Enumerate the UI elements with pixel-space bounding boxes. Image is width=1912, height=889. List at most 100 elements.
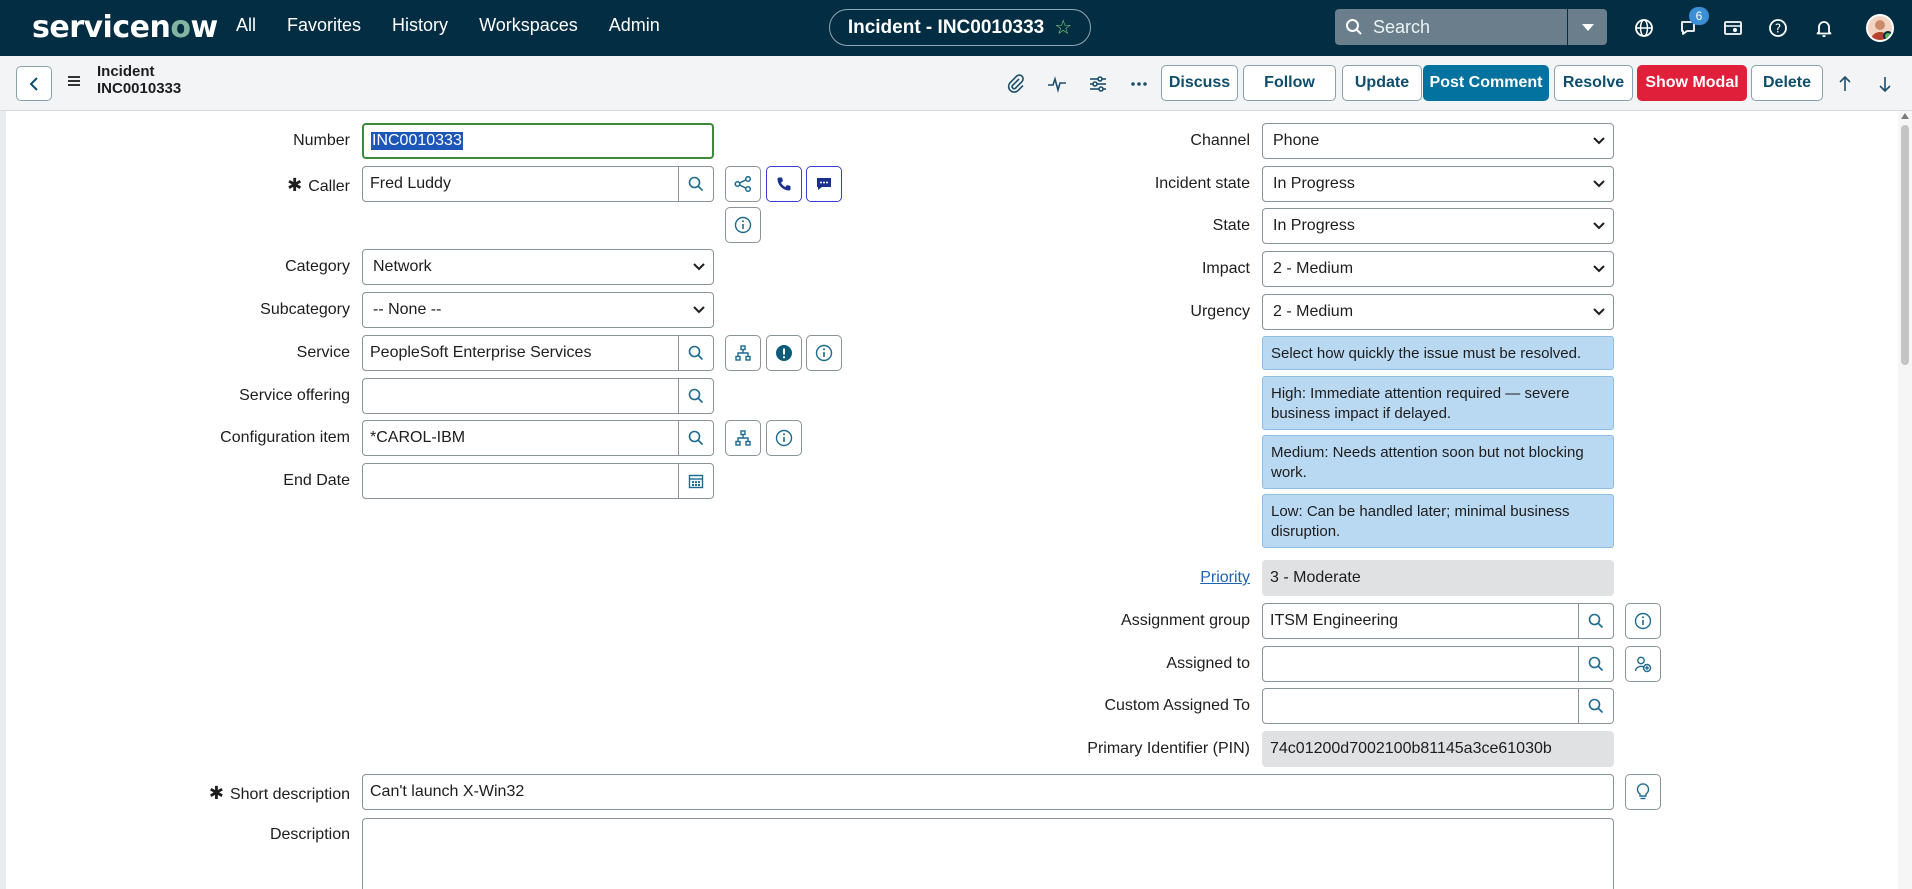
assigned-to-input[interactable] [1262,646,1579,682]
back-button[interactable] [16,66,52,101]
paperclip-icon[interactable] [1003,71,1029,97]
description-label: Description [269,826,350,843]
incident-state-select[interactable]: In Progress [1262,166,1614,202]
search-scope-dropdown[interactable] [1568,9,1607,45]
search-placeholder: Search [1373,16,1431,37]
next-record-arrow-icon[interactable] [1872,71,1898,97]
channel-select[interactable]: Phone [1262,123,1614,159]
service-info-button[interactable] [806,335,842,371]
short-description-input[interactable]: Can't launch X-Win32 [362,774,1614,810]
ci-dependency-map-button[interactable] [725,420,761,456]
page-scrollbar[interactable] [1898,111,1912,889]
activity-pulse-icon[interactable] [1044,71,1070,97]
delete-button[interactable]: Delete [1751,65,1823,101]
discuss-button[interactable]: Discuss [1161,65,1238,101]
assignment-group-input[interactable]: ITSM Engineering [1262,603,1579,639]
resolve-button[interactable]: Resolve [1554,65,1633,101]
help-icon[interactable]: ? [1764,14,1792,42]
hierarchy-icon [735,345,751,361]
calendar-icon [688,474,704,489]
search-icon [1346,19,1362,35]
show-modal-button[interactable]: Show Modal [1637,65,1747,101]
assignment-group-reference-field: ITSM Engineering [1262,603,1614,639]
subcategory-select[interactable]: -- None -- [362,292,714,328]
message-caller-button[interactable] [806,166,842,202]
configuration-item-lookup-button[interactable] [679,420,714,456]
nav-all[interactable]: All [236,15,256,36]
urgency-select[interactable]: 2 - Medium [1262,294,1614,330]
record-title: Incident INC0010333 [97,63,181,97]
short-description-suggestion-button[interactable] [1625,774,1661,810]
nav-workspaces[interactable]: Workspaces [479,15,578,36]
search-icon [1588,613,1604,629]
ci-info-button[interactable] [766,420,802,456]
follow-button[interactable]: Follow [1243,65,1336,101]
configuration-item-label: Configuration item [220,429,350,446]
caller-input[interactable]: Fred Luddy [362,166,679,202]
assign-to-me-button[interactable] [1625,646,1661,682]
scroll-up-arrow-icon[interactable] [1901,113,1909,119]
record-context-pill[interactable]: Incident - INC0010333 ☆ [829,9,1091,46]
phone-icon [777,177,791,191]
service-offering-label: Service offering [239,387,350,404]
end-date-input[interactable] [362,463,679,499]
state-select[interactable]: In Progress [1262,208,1614,244]
caller-label: ✱ Caller [287,175,350,195]
previous-record-arrow-icon[interactable] [1832,71,1858,97]
state-label: State [1212,217,1250,234]
post-comment-button[interactable]: Post Comment [1423,65,1549,101]
caller-reference-field: Fred Luddy [362,166,714,202]
search-icon [688,388,704,404]
globe-icon[interactable] [1630,14,1658,42]
assignment-group-info-button[interactable] [1625,603,1661,639]
update-button[interactable]: Update [1342,65,1422,101]
chevron-down-icon [1593,137,1605,145]
number-field[interactable]: INC0010333 [362,123,714,159]
service-lookup-button[interactable] [679,335,714,371]
caller-info-button[interactable] [725,207,761,243]
personalize-sliders-icon[interactable] [1085,71,1111,97]
record-table-name: Incident [97,63,155,80]
app-switch-icon[interactable] [1719,14,1747,42]
service-offering-lookup-button[interactable] [679,378,714,414]
scrollbar-thumb[interactable] [1901,125,1909,365]
nav-admin[interactable]: Admin [609,15,660,36]
custom-assigned-to-input[interactable] [1262,688,1579,724]
service-offering-input[interactable] [362,378,679,414]
incident-state-label: Incident state [1154,175,1250,192]
priority-field: 3 - Moderate [1262,560,1614,596]
call-caller-button[interactable] [766,166,802,202]
info-icon [815,344,833,362]
search-icon [688,345,704,361]
more-options-icon[interactable] [1126,71,1152,97]
nav-favorites[interactable]: Favorites [287,15,361,36]
assignment-group-lookup-button[interactable] [1579,603,1614,639]
service-input[interactable]: PeopleSoft Enterprise Services [362,335,679,371]
service-reference-field: PeopleSoft Enterprise Services [362,335,714,371]
custom-assigned-to-lookup-button[interactable] [1579,688,1614,724]
user-avatar[interactable] [1866,14,1894,42]
caller-lookup-button[interactable] [679,166,714,202]
servicenow-logo[interactable]: servicenow [32,10,218,45]
end-date-picker-button[interactable] [679,463,714,499]
category-select[interactable]: Network [362,249,714,285]
bell-icon[interactable] [1810,14,1838,42]
hamburger-menu-icon[interactable] [66,74,82,93]
nav-history[interactable]: History [392,15,448,36]
star-icon[interactable]: ☆ [1054,15,1072,40]
presence-indicator [1883,31,1892,40]
service-alert-button[interactable] [766,335,802,371]
left-edge-border [0,111,6,889]
assigned-to-lookup-button[interactable] [1579,646,1614,682]
priority-label-link[interactable]: Priority [1200,569,1250,587]
urgency-label: Urgency [1190,303,1250,320]
caller-relationships-button[interactable] [725,166,761,202]
configuration-item-input[interactable]: *CAROL-IBM [362,420,679,456]
impact-select[interactable]: 2 - Medium [1262,251,1614,287]
info-icon [734,216,752,234]
chevron-down-icon [693,306,705,314]
service-dependency-map-button[interactable] [725,335,761,371]
description-textarea[interactable] [362,818,1614,889]
record-number: INC0010333 [97,80,182,97]
global-search[interactable]: Search [1335,9,1567,45]
